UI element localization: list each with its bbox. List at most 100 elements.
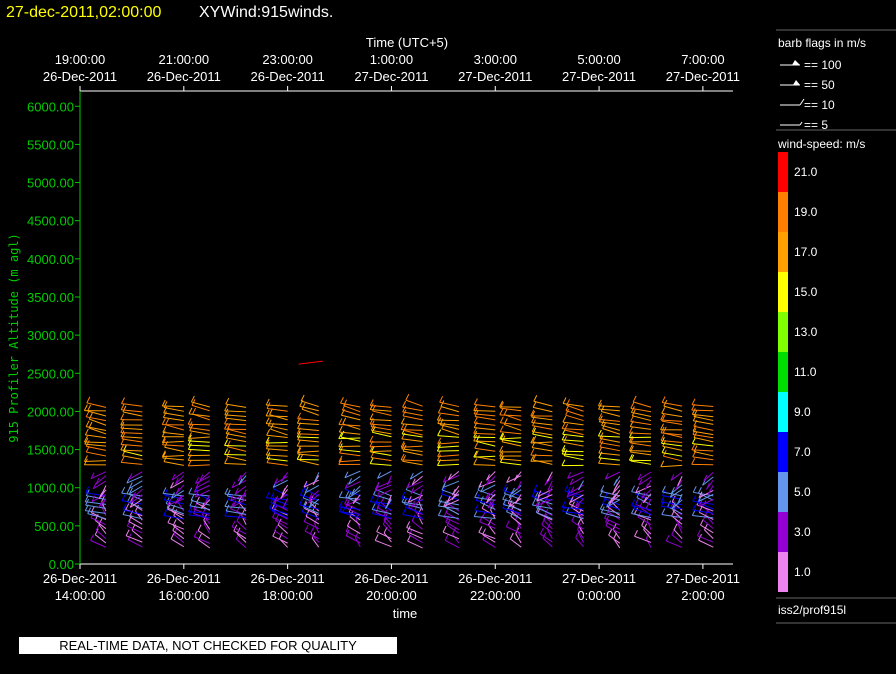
- wind-barb-tick: [474, 442, 479, 449]
- wind-barb: [693, 437, 714, 443]
- wind-barb: [266, 415, 288, 418]
- wind-barb: [123, 509, 143, 515]
- wind-barb: [370, 457, 392, 462]
- x-top-tick-date: 27-Dec-2011: [458, 69, 532, 84]
- wind-barb-tick: [231, 520, 236, 528]
- x-top-tick-date: 26-Dec-2011: [43, 69, 117, 84]
- wind-barb: [531, 416, 553, 421]
- wind-barb: [269, 414, 288, 421]
- wind-barb-tick: [120, 403, 125, 411]
- wind-barb: [371, 429, 392, 435]
- wind-barb: [369, 418, 392, 422]
- x-top-tick-time: 23:00:00: [262, 52, 313, 67]
- wind-barb: [165, 424, 184, 431]
- legend-barb-label: == 100: [804, 58, 842, 72]
- wind-barb-tick: [374, 534, 379, 541]
- wind-barb: [438, 514, 459, 519]
- wind-barb: [691, 404, 714, 408]
- wind-barb: [122, 455, 143, 460]
- wind-barb: [533, 406, 553, 413]
- x-top-tick-date: 27-Dec-2011: [354, 69, 428, 84]
- colorbar-label: 15.0: [794, 285, 818, 299]
- colorbar-label: 3.0: [794, 525, 811, 539]
- wind-barb: [189, 430, 210, 435]
- wind-barb: [444, 539, 460, 549]
- wind-barb: [266, 462, 288, 466]
- wind-barb: [370, 404, 392, 408]
- wind-barb: [660, 464, 683, 468]
- wind-barb-tick: [634, 530, 638, 537]
- wind-barb-tick: [267, 419, 272, 426]
- wind-barb: [297, 450, 319, 453]
- wind-barb: [121, 403, 143, 407]
- wind-barb-tick: [473, 510, 478, 517]
- wind-barb: [474, 413, 496, 417]
- wind-barb: [473, 464, 496, 466]
- wind-barb: [189, 427, 210, 431]
- wind-barb-tick: [437, 429, 442, 436]
- wind-barb: [383, 519, 392, 530]
- colorbar-label: 11.0: [794, 365, 817, 379]
- wind-barb: [645, 538, 652, 548]
- wind-barb-tick: [224, 487, 229, 495]
- x-top-tick-date: 27-Dec-2011: [666, 69, 740, 84]
- wind-barb: [598, 435, 620, 438]
- y-tick-label: 500.00: [34, 519, 74, 534]
- wind-barb-tick: [121, 397, 125, 404]
- wind-barb-tick: [161, 418, 166, 425]
- wind-barb: [671, 534, 683, 544]
- wind-barb: [562, 421, 584, 426]
- wind-barb-tick: [400, 417, 405, 425]
- wind-barb: [441, 428, 460, 436]
- wind-barb-tick: [444, 534, 449, 541]
- wind-barb: [85, 434, 107, 439]
- x-tick-date: 27-Dec-2011: [562, 571, 636, 586]
- wind-barb: [499, 414, 522, 417]
- colorbar-title: wind-speed: m/s: [777, 137, 865, 151]
- wind-barb: [562, 433, 584, 438]
- wind-barb: [630, 442, 652, 447]
- x-tick-date: 26-Dec-2011: [251, 571, 325, 586]
- wind-barb: [564, 429, 584, 436]
- source-label: iss2/prof915l: [778, 603, 846, 617]
- wind-barb: [598, 405, 620, 408]
- wind-barb: [297, 436, 319, 439]
- colorbar-label: 5.0: [794, 485, 811, 499]
- x-tick-time: 2:00:00: [681, 588, 724, 603]
- x-tick-time: 20:00:00: [366, 588, 417, 603]
- wind-barb: [437, 441, 459, 445]
- wind-barb: [599, 446, 620, 452]
- wind-barb: [87, 410, 107, 417]
- wind-barb-tick: [120, 413, 125, 420]
- wind-barb: [474, 427, 496, 431]
- wind-barb: [634, 535, 652, 543]
- y-tick-label: 2500.00: [27, 366, 74, 381]
- wind-barb-tick: [575, 531, 580, 538]
- wind-barb: [633, 401, 652, 408]
- wind-barb-tick: [442, 525, 447, 533]
- wind-barb: [692, 509, 714, 514]
- wind-barb: [665, 540, 683, 548]
- wind-barb: [632, 415, 652, 422]
- wind-barb: [164, 446, 184, 453]
- wind-barb: [84, 460, 106, 462]
- chart-title: XYWind:915winds.: [199, 4, 333, 21]
- colorbar-swatch: [778, 312, 788, 352]
- x-tick-time: 18:00:00: [262, 588, 313, 603]
- wind-barb-tick: [224, 457, 229, 464]
- wind-barb: [311, 537, 320, 548]
- wind-barb-tick: [226, 450, 231, 457]
- wind-barb: [123, 450, 143, 457]
- wind-barb: [499, 437, 522, 440]
- wind-barb-tick: [376, 525, 381, 532]
- wind-barb: [402, 411, 423, 417]
- colorbar-label: 21.0: [794, 165, 818, 179]
- wind-barb: [693, 451, 714, 457]
- wind-barb: [703, 472, 714, 482]
- wind-barb-tick: [633, 502, 638, 509]
- wind-barb-tick: [346, 519, 351, 527]
- wind-barb: [630, 426, 652, 430]
- wind-barb-tick: [661, 508, 666, 515]
- wind-barb: [693, 420, 714, 425]
- header-date: 27-dec-2011,02:00:00: [6, 4, 161, 21]
